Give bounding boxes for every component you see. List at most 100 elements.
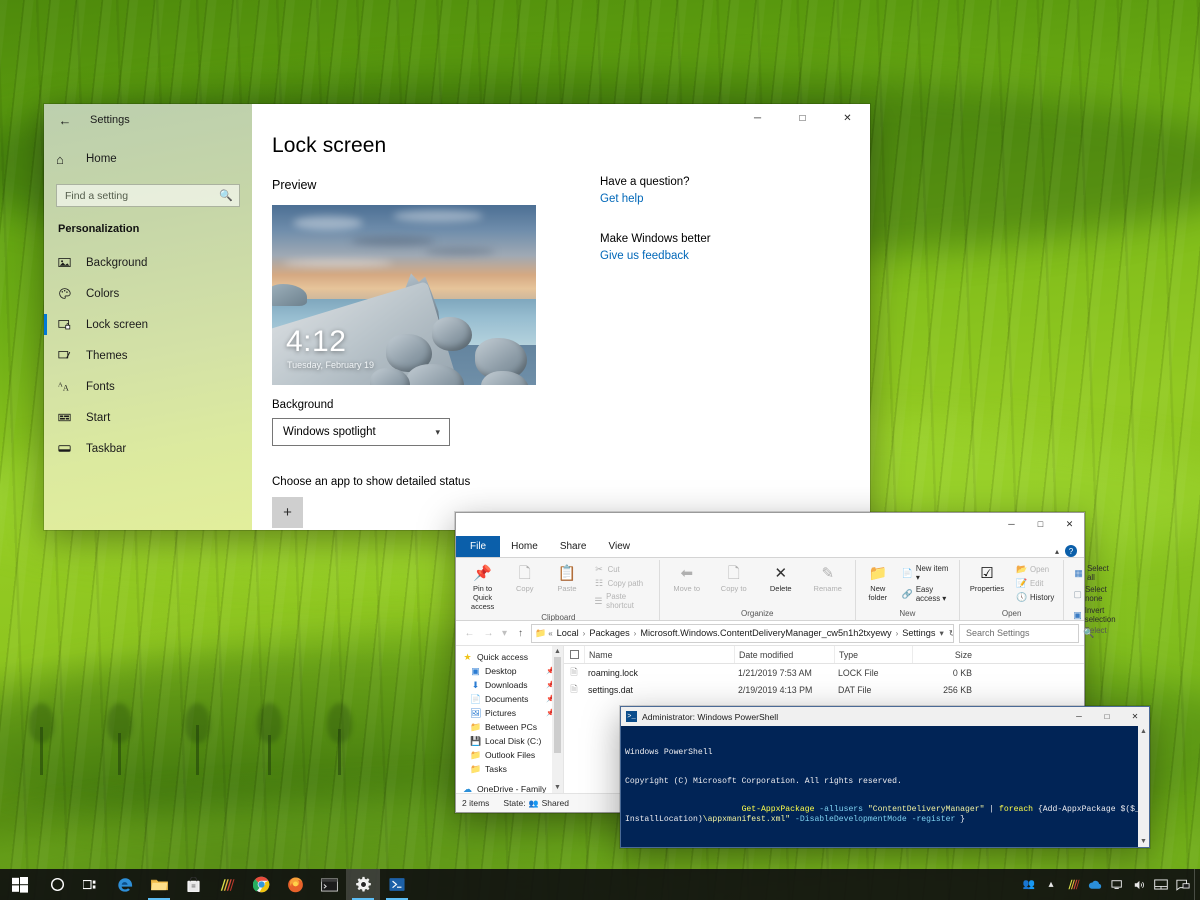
settings-button[interactable]	[346, 869, 380, 900]
move-to-button[interactable]: ⬅ Move to	[664, 562, 710, 595]
paste-button[interactable]: 📋 Paste	[546, 562, 587, 595]
chevron-up-icon[interactable]: ▴	[1055, 547, 1059, 556]
sidebar-item-home[interactable]: ⌂ Home	[44, 144, 252, 174]
breadcrumb-item[interactable]: Local	[555, 628, 581, 638]
sidebar-item-taskbar[interactable]: Taskbar	[44, 433, 252, 464]
sidebar-item-colors[interactable]: Colors	[44, 278, 252, 309]
refresh-icon[interactable]: ↻	[949, 628, 953, 639]
nvidia-tray-icon[interactable]	[1062, 869, 1084, 900]
sidebar-item-lock-screen[interactable]: Lock screen	[44, 309, 252, 340]
copy-to-button[interactable]: 🗋 Copy to	[711, 562, 757, 595]
file-explorer-button[interactable]	[142, 869, 176, 900]
nav-item-pictures[interactable]: 🖼 Pictures 📌	[456, 706, 563, 720]
explorer-search-box[interactable]: 🔍	[959, 623, 1094, 643]
cut-button[interactable]: ✂ Cut	[591, 563, 653, 576]
tab-share[interactable]: Share	[549, 536, 598, 557]
onedrive-tray-icon[interactable]	[1084, 869, 1106, 900]
get-help-link[interactable]: Get help	[600, 193, 760, 205]
breadcrumb-item[interactable]: Microsoft.Windows.ContentDeliveryManager…	[638, 628, 893, 638]
touchpad-tray-icon[interactable]	[1150, 869, 1172, 900]
sidebar-item-fonts[interactable]: AA Fonts	[44, 371, 252, 402]
up-button[interactable]: ↑	[512, 624, 529, 642]
nav-item-local-disk[interactable]: 💾 Local Disk (C:)	[456, 734, 563, 748]
navigation-pane-scrollbar[interactable]: ▲ ▼	[552, 646, 563, 793]
breadcrumb-overflow[interactable]: «	[548, 629, 552, 638]
open-button[interactable]: 📂 Open	[1013, 563, 1057, 576]
add-app-button[interactable]: +	[272, 497, 303, 528]
show-hidden-icons-button[interactable]: ▴	[1040, 869, 1062, 900]
select-all-button[interactable]: ▦ Select all	[1070, 563, 1121, 583]
recent-locations-button[interactable]: ▾	[499, 624, 510, 642]
explorer-maximize-button[interactable]: □	[1026, 513, 1055, 535]
powershell-button[interactable]	[380, 869, 414, 900]
cortana-button[interactable]	[40, 869, 74, 900]
select-none-button[interactable]: ▢ Select none	[1070, 584, 1121, 604]
properties-button[interactable]: ☑ Properties	[964, 562, 1010, 595]
powershell-close-button[interactable]: ✕	[1121, 707, 1149, 726]
nav-item-downloads[interactable]: ⬇ Downloads 📌	[456, 678, 563, 692]
tab-view[interactable]: View	[598, 536, 642, 557]
task-view-button[interactable]	[74, 869, 108, 900]
edge-button[interactable]	[108, 869, 142, 900]
give-feedback-link[interactable]: Give us feedback	[600, 250, 760, 262]
forward-button[interactable]: →	[480, 624, 497, 642]
powershell-maximize-button[interactable]: □	[1093, 707, 1121, 726]
breadcrumb[interactable]: 📁 « Local › Packages › Microsoft.Windows…	[531, 623, 954, 643]
firefox-button[interactable]	[278, 869, 312, 900]
delete-button[interactable]: ✕ Delete	[758, 562, 804, 595]
settings-search-box[interactable]: 🔍	[56, 184, 240, 207]
nvidia-button[interactable]	[210, 869, 244, 900]
chevron-down-icon[interactable]: ▼	[1140, 836, 1147, 847]
help-icon[interactable]: ?	[1065, 545, 1077, 557]
nav-item-tasks[interactable]: 📁 Tasks	[456, 762, 563, 776]
breadcrumb-item[interactable]: Packages	[587, 628, 631, 638]
nav-item-onedrive[interactable]: ☁ OneDrive - Family	[456, 782, 563, 794]
people-tray-icon[interactable]: 👥	[1018, 869, 1040, 900]
table-row[interactable]: 🗎 settings.dat 2/19/2019 4:13 PM DAT Fil…	[564, 681, 1084, 698]
column-header-name[interactable]: Name	[584, 646, 734, 663]
powershell-window[interactable]: >_ Administrator: Windows PowerShell ─ □…	[620, 706, 1150, 848]
easy-access-button[interactable]: 🔗 Easy access ▾	[899, 584, 953, 604]
terminal-button[interactable]	[312, 869, 346, 900]
select-all-checkbox[interactable]	[564, 650, 584, 659]
sidebar-item-background[interactable]: Background	[44, 247, 252, 278]
settings-window[interactable]: ─ □ ✕ ← Settings ⌂ Home 🔍	[44, 104, 870, 530]
settings-maximize-button[interactable]: □	[780, 104, 825, 134]
nav-item-outlook-files[interactable]: 📁 Outlook Files	[456, 748, 563, 762]
copy-button[interactable]: 🗋 Copy	[504, 562, 545, 595]
explorer-close-button[interactable]: ✕	[1055, 513, 1084, 535]
back-button[interactable]: ←	[461, 624, 478, 642]
powershell-scrollbar[interactable]: ▲ ▼	[1138, 726, 1149, 847]
nav-item-documents[interactable]: 📄 Documents 📌	[456, 692, 563, 706]
sidebar-item-start[interactable]: Start	[44, 402, 252, 433]
paste-shortcut-button[interactable]: ☰ Paste shortcut	[591, 591, 653, 611]
column-header-date-modified[interactable]: Date modified	[734, 646, 834, 663]
chevron-up-icon[interactable]: ▲	[554, 646, 561, 657]
store-button[interactable]	[176, 869, 210, 900]
history-button[interactable]: 🕔 History	[1013, 591, 1057, 604]
chevron-down-icon[interactable]: ▼	[554, 782, 561, 793]
network-tray-icon[interactable]	[1106, 869, 1128, 900]
back-arrow-icon[interactable]: ←	[52, 107, 78, 133]
pin-to-quick-access-button[interactable]: 📌 Pin to Quick access	[462, 562, 503, 613]
chevron-up-icon[interactable]: ▲	[1140, 726, 1147, 737]
settings-minimize-button[interactable]: ─	[735, 104, 780, 134]
rename-button[interactable]: ✎ Rename	[805, 562, 851, 595]
edit-button[interactable]: 📝 Edit	[1013, 577, 1057, 590]
powershell-console-output[interactable]: Windows PowerShell Copyright (C) Microso…	[621, 726, 1149, 847]
column-header-type[interactable]: Type	[834, 646, 912, 663]
nav-item-between-pcs[interactable]: 📁 Between PCs	[456, 720, 563, 734]
tab-file[interactable]: File	[456, 536, 501, 557]
start-button[interactable]	[0, 869, 40, 900]
volume-tray-icon[interactable]	[1128, 869, 1150, 900]
copy-path-button[interactable]: ☷ Copy path	[591, 577, 653, 590]
nav-item-quick-access[interactable]: ★ Quick access	[456, 650, 563, 664]
column-header-size[interactable]: Size	[912, 646, 982, 663]
scrollbar-thumb[interactable]	[554, 657, 561, 753]
background-dropdown[interactable]: Windows spotlight ▾	[272, 418, 450, 446]
nav-item-desktop[interactable]: ▣ Desktop 📌	[456, 664, 563, 678]
explorer-minimize-button[interactable]: ─	[997, 513, 1026, 535]
chrome-button[interactable]	[244, 869, 278, 900]
new-folder-button[interactable]: 📁 New folder	[860, 562, 896, 604]
powershell-minimize-button[interactable]: ─	[1065, 707, 1093, 726]
